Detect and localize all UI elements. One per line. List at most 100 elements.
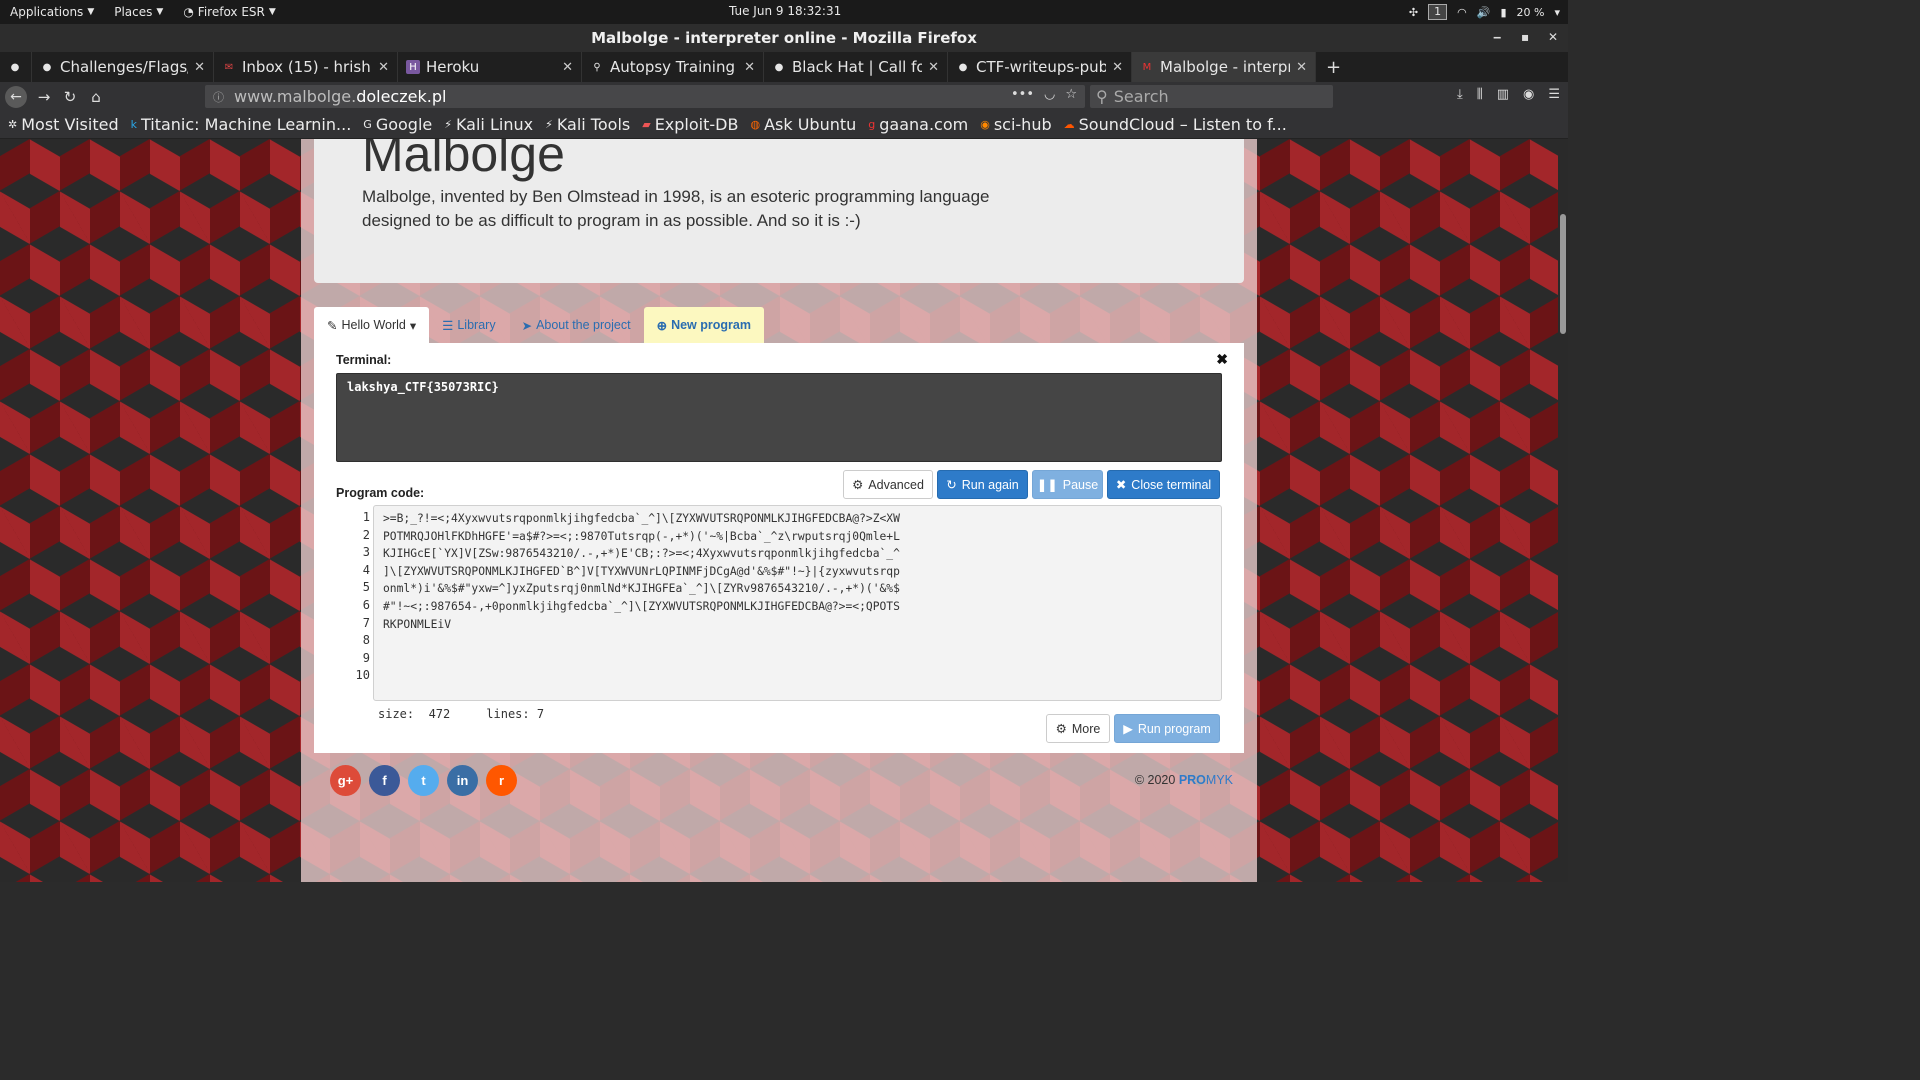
- url-bar[interactable]: ⓘ www.malbolge. doleczek.pl ••• ◡ ☆: [205, 85, 1085, 108]
- program-tabs: ✎ Hello World ▾ ☰ Library ➤ About the projec…: [314, 307, 764, 343]
- close-window-icon[interactable]: ✕: [1548, 30, 1558, 44]
- linkedin-icon[interactable]: in: [447, 765, 478, 796]
- advanced-button[interactable]: ⚙ Advanced: [843, 470, 933, 499]
- minimize-icon[interactable]: ‒: [1493, 30, 1501, 44]
- bookmark-sci-hub[interactable]: ◉ sci-hub: [980, 115, 1051, 134]
- bookmark-google[interactable]: G Google: [363, 115, 432, 134]
- menu-icon[interactable]: ☰: [1548, 87, 1560, 102]
- tab-autopsy-training[interactable]: ⚲ Autopsy Training ✕: [582, 52, 764, 82]
- button-label: More: [1071, 721, 1101, 736]
- button-label: Pause: [1062, 477, 1099, 492]
- terminal-output[interactable]: lakshya_CTF{35073RIC}: [336, 373, 1222, 462]
- close-terminal-button[interactable]: ✖ Close terminal: [1107, 470, 1220, 499]
- downloads-icon[interactable]: ⤓: [1457, 87, 1463, 102]
- bookmark-star-icon[interactable]: ☆: [1065, 87, 1077, 102]
- close-icon[interactable]: ✖: [1216, 351, 1228, 368]
- reload-button[interactable]: ↻: [57, 88, 83, 106]
- close-tab-icon[interactable]: ✕: [562, 60, 573, 75]
- bookmark-label: Google: [375, 115, 433, 134]
- tab-new-program[interactable]: ⊕ New program: [643, 307, 764, 343]
- scrollbar-thumb[interactable]: [1560, 214, 1566, 334]
- close-icon: ✖: [1115, 478, 1127, 492]
- gaana-icon: g: [868, 118, 876, 131]
- bookmark-label: Kali Linux: [455, 115, 534, 134]
- volume-icon[interactable]: 🔊: [1477, 6, 1491, 19]
- twitter-icon[interactable]: t: [408, 765, 439, 796]
- bookmark-titanic[interactable]: k Titanic: Machine Learnin...: [131, 115, 352, 134]
- page-actions-icon[interactable]: •••: [1011, 87, 1034, 102]
- google-plus-icon[interactable]: g+: [330, 765, 361, 796]
- bookmark-gaana[interactable]: g gaana.com: [868, 115, 968, 134]
- reddit-icon[interactable]: r: [486, 765, 517, 796]
- facebook-icon[interactable]: f: [369, 765, 400, 796]
- lines-value: 7: [536, 707, 545, 721]
- tab-ctf-writeups[interactable]: ● CTF-writeups-pub ✕: [948, 52, 1132, 82]
- code-stats: size: 472 lines: 7: [378, 707, 544, 721]
- applications-menu[interactable]: Applications ▼: [0, 5, 104, 19]
- account-icon[interactable]: ◉: [1523, 87, 1534, 102]
- brand-link-part1[interactable]: PRO: [1179, 773, 1206, 787]
- maximize-icon[interactable]: ▪: [1521, 30, 1529, 44]
- more-button[interactable]: ⚙ More: [1046, 714, 1110, 743]
- page-scrollbar[interactable]: [1558, 139, 1568, 882]
- library-icon[interactable]: ⫼: [1477, 87, 1483, 102]
- url-host: doleczek.pl: [356, 87, 447, 106]
- tab-library[interactable]: ☰ Library: [429, 307, 508, 343]
- workspace-indicator[interactable]: 1: [1428, 4, 1448, 20]
- tab-about[interactable]: ➤ About the project: [509, 307, 644, 343]
- tab-black-hat[interactable]: ● Black Hat | Call for ✕: [764, 52, 948, 82]
- firefox-app-menu[interactable]: ◔ Firefox ESR ▼: [173, 5, 285, 19]
- bookmark-kali-linux[interactable]: ⚡ Kali Linux: [444, 115, 533, 134]
- close-tab-icon[interactable]: ✕: [1296, 60, 1307, 75]
- sidebar-icon[interactable]: ▥: [1497, 87, 1509, 102]
- battery-icon[interactable]: ▮: [1500, 6, 1506, 19]
- brand-link-part2[interactable]: MYK: [1206, 773, 1233, 787]
- kali-icon: ⚡: [545, 118, 553, 131]
- terminal-label: Terminal:: [336, 353, 392, 367]
- new-tab-button[interactable]: +: [1316, 52, 1351, 82]
- run-program-button[interactable]: ▶ Run program: [1114, 714, 1220, 743]
- tab-challenges-flags[interactable]: ● Challenges/Flags/F ✕: [32, 52, 214, 82]
- tab-inbox[interactable]: ✉ Inbox (15) - hrishik ✕: [214, 52, 398, 82]
- close-tab-icon[interactable]: ✕: [744, 60, 755, 75]
- site-info-icon[interactable]: ⓘ: [213, 89, 224, 105]
- tab-label: Black Hat | Call for: [792, 58, 923, 76]
- bookmark-ask-ubuntu[interactable]: ◍ Ask Ubuntu: [750, 115, 856, 134]
- system-top-bar: Applications ▼ Places ▼ ◔ Firefox ESR ▼ Tue …: [0, 0, 1568, 24]
- close-tab-icon[interactable]: ✕: [194, 60, 205, 75]
- header-jumbotron: Malbolge Malbolge, invented by Ben Olmst…: [314, 139, 1244, 283]
- tab-heroku[interactable]: H Heroku ✕: [398, 52, 582, 82]
- close-tab-icon[interactable]: ✕: [928, 60, 939, 75]
- extensions-icon[interactable]: ✣: [1409, 6, 1418, 19]
- bookmark-label: gaana.com: [879, 115, 969, 134]
- close-tab-icon[interactable]: ✕: [378, 60, 389, 75]
- tab-hello-world[interactable]: ✎ Hello World ▾: [314, 307, 430, 343]
- refresh-icon: ↻: [946, 478, 957, 492]
- search-bar[interactable]: ⚲ Search: [1090, 85, 1333, 108]
- clock[interactable]: Tue Jun 9 18:32:31: [729, 4, 841, 18]
- home-button[interactable]: ⌂: [83, 88, 109, 106]
- tab-pinned-github[interactable]: ●: [0, 52, 32, 82]
- forward-button[interactable]: →: [31, 88, 57, 106]
- sci-hub-icon: ◉: [980, 118, 990, 131]
- run-again-button[interactable]: ↻ Run again: [937, 470, 1028, 499]
- bookmark-soundcloud[interactable]: ☁ SoundCloud – Listen to f...: [1064, 115, 1287, 134]
- bookmark-most-visited[interactable]: ✲ Most Visited: [8, 115, 119, 134]
- close-tab-icon[interactable]: ✕: [1112, 60, 1123, 75]
- github-icon: ●: [958, 61, 968, 73]
- wifi-icon[interactable]: ◠: [1457, 6, 1467, 19]
- gear-icon: ⚙: [852, 478, 864, 492]
- bookmark-exploit-db[interactable]: ▰ Exploit-DB: [642, 115, 738, 134]
- power-menu-caret-icon[interactable]: ▾: [1554, 6, 1560, 19]
- places-menu[interactable]: Places ▼: [104, 5, 173, 19]
- tab-malbolge[interactable]: M Malbolge - interpre ✕: [1132, 52, 1316, 82]
- button-label: Close terminal: [1131, 477, 1212, 492]
- back-button[interactable]: ←: [5, 85, 27, 108]
- bookmark-kali-tools[interactable]: ⚡ Kali Tools: [545, 115, 630, 134]
- pocket-icon[interactable]: ◡: [1044, 87, 1055, 102]
- tab-label: Inbox (15) - hrishik: [242, 58, 373, 76]
- window-title: Malbolge - interpreter online - Mozilla …: [591, 29, 977, 47]
- code-textarea[interactable]: >=B;_?!=<;4Xyxwvutsrqponmlkjihgfedcba`_^…: [373, 505, 1222, 701]
- page-content: Malbolge Malbolge, invented by Ben Olmst…: [301, 139, 1257, 882]
- pause-button[interactable]: ❚❚ Pause: [1032, 470, 1103, 499]
